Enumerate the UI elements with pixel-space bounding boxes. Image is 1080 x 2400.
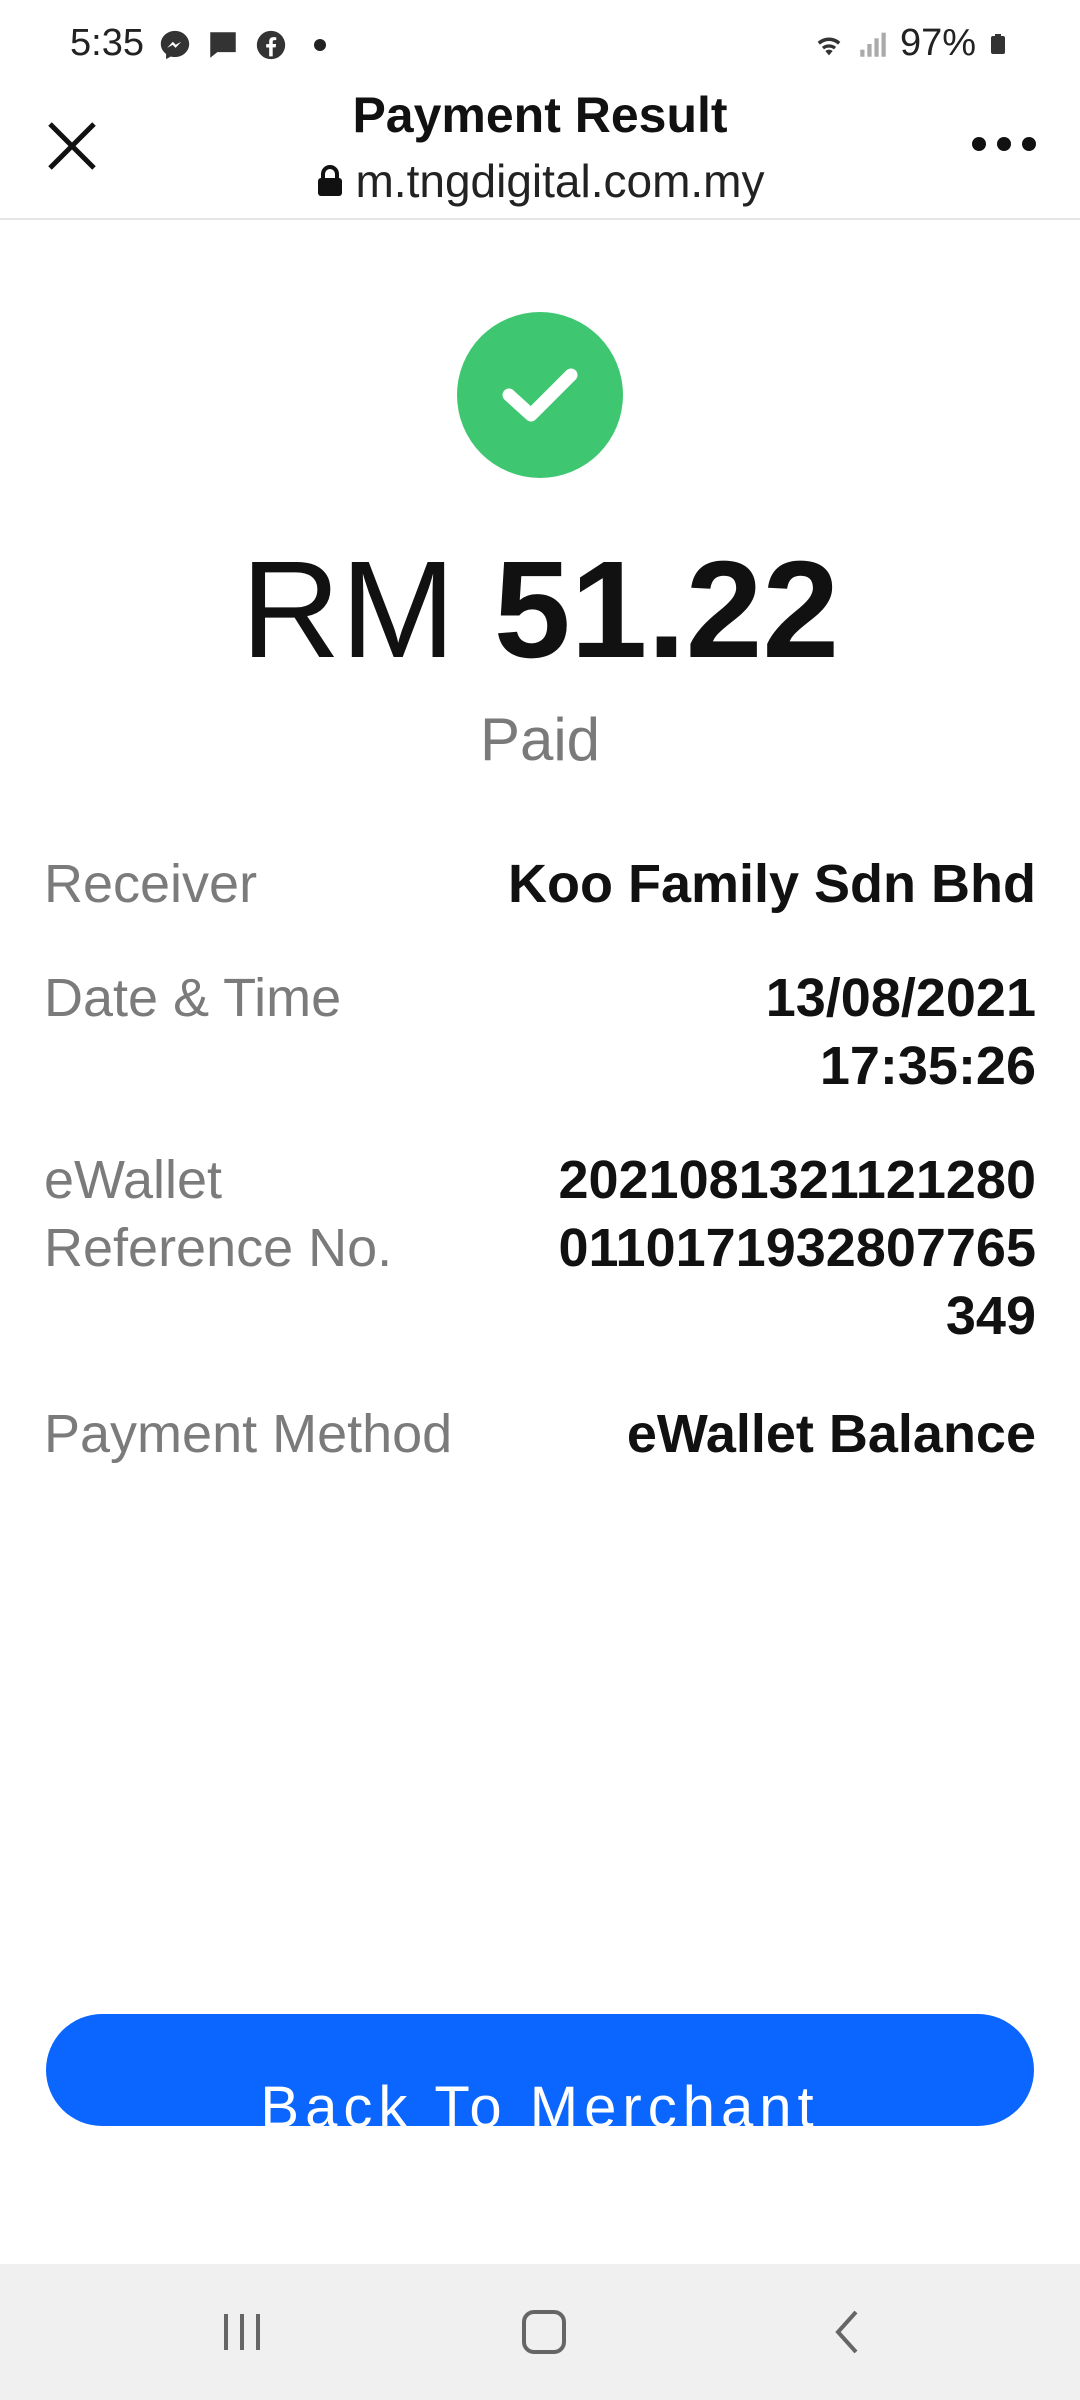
datetime-value: 13/08/2021 17:35:26 xyxy=(766,964,1036,1100)
payment-amount: RM 51.22 xyxy=(0,530,1080,690)
time-value: 17:35:26 xyxy=(819,1036,1036,1096)
messenger-icon xyxy=(160,30,190,60)
message-icon xyxy=(210,32,236,58)
date-value: 13/08/2021 xyxy=(765,968,1036,1028)
browser-header: Payment Result m.tngdigital.com.my xyxy=(0,80,1080,220)
dot-icon xyxy=(1022,137,1036,151)
page-title: Payment Result xyxy=(352,87,728,143)
reference-label-line: eWallet xyxy=(44,1150,223,1210)
amount-value: 51.22 xyxy=(493,533,840,687)
payment-method-label: Payment Method xyxy=(44,1404,453,1464)
payment-status: Paid xyxy=(479,706,601,773)
reference-value-line: 0110171932807765 xyxy=(558,1218,1036,1278)
page-url: m.tngdigital.com.my xyxy=(0,154,1080,208)
system-status: 97% xyxy=(812,22,1010,65)
reference-value-line: 2021081321121280 xyxy=(558,1150,1036,1210)
currency-label: RM xyxy=(240,533,456,687)
back-icon[interactable] xyxy=(818,2304,878,2360)
reference-label: eWallet Reference No. xyxy=(44,1146,392,1282)
checkmark-icon xyxy=(502,368,578,422)
notification-icons xyxy=(158,28,326,62)
dot-icon xyxy=(972,137,986,151)
back-to-merchant-label: Back To Merchant xyxy=(260,2075,820,2126)
battery-icon xyxy=(991,33,1005,54)
status-bar: 5:35 97% xyxy=(0,0,1080,88)
dot-icon xyxy=(997,137,1011,151)
receiver-label: Receiver xyxy=(44,854,258,914)
reference-label-line: Reference No. xyxy=(44,1218,393,1278)
battery-percent: 97% xyxy=(899,22,976,64)
home-icon[interactable] xyxy=(514,2304,574,2360)
wifi-icon xyxy=(817,37,841,55)
reference-value-line: 349 xyxy=(945,1286,1036,1346)
back-to-merchant-button[interactable]: Back To Merchant xyxy=(46,2014,1034,2126)
status-time: 5:35 xyxy=(70,22,144,64)
url-text: m.tngdigital.com.my xyxy=(355,155,765,207)
datetime-label: Date & Time xyxy=(44,968,342,1028)
payment-method-value: eWallet Balance xyxy=(626,1404,1036,1464)
reference-value: 2021081321121280 0110171932807765 349 xyxy=(558,1146,1036,1350)
more-options-icon[interactable] xyxy=(972,132,1036,156)
success-check-icon xyxy=(457,312,623,478)
system-nav-bar xyxy=(0,2264,1080,2400)
notification-dot xyxy=(314,39,326,51)
signal-icon xyxy=(860,32,886,57)
lock-icon xyxy=(318,165,343,196)
receiver-value: Koo Family Sdn Bhd xyxy=(507,854,1036,914)
recent-apps-icon[interactable] xyxy=(212,2304,272,2360)
facebook-icon xyxy=(256,30,286,60)
